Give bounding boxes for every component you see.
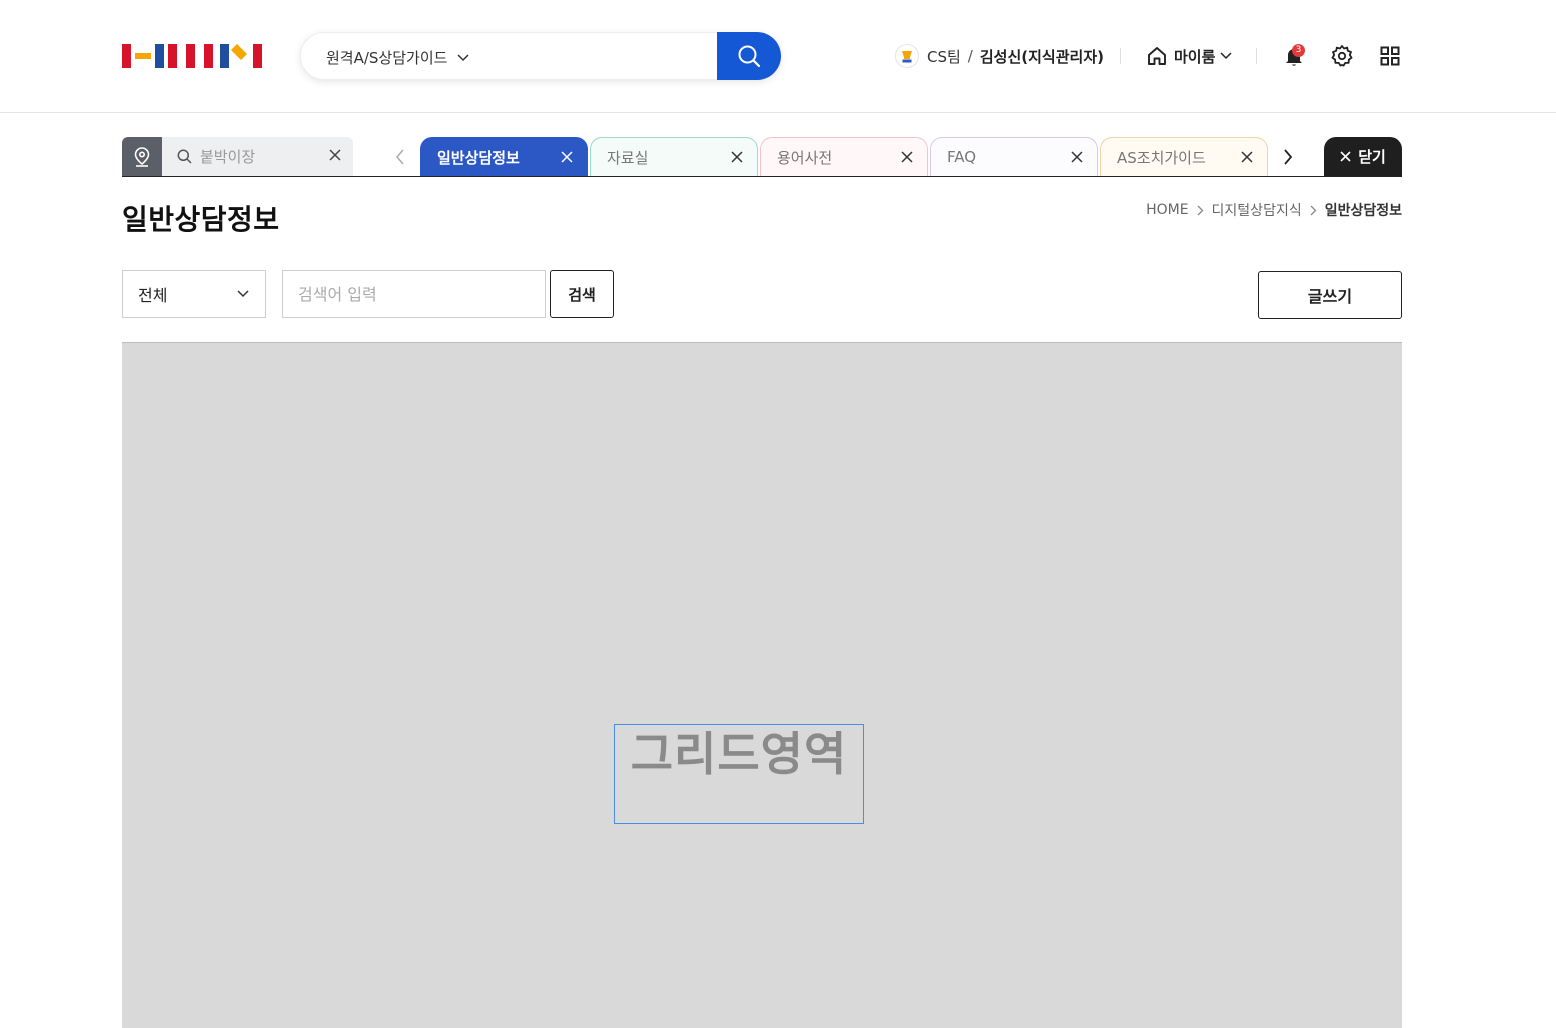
close-icon[interactable] [1071,151,1083,163]
page-title: 일반상담정보 [122,203,280,236]
tab-general-consult[interactable]: 일반상담정보 [420,137,588,176]
search-scope-label: 원격A/S상담가이드 [326,49,448,67]
tab-label: FAQ [947,148,977,166]
category-select[interactable]: 전체 [122,270,266,318]
tab-glossary[interactable]: 용어사전 [760,137,928,176]
grid-area: 그리드영역 [122,342,1402,1028]
pinned-search-box[interactable]: 붙박이장 [162,137,353,176]
tab-as-guide[interactable]: AS조치가이드 [1100,137,1268,176]
grid-menu-icon [1380,46,1400,66]
open-tabs-bar: 붙박이장 일반상담정보 자료실 용어사전 FAQ AS조치가이드 닫기 [122,137,1402,177]
chevron-right-icon [1284,149,1293,165]
close-icon[interactable] [329,149,341,161]
user-separator: / [967,47,973,65]
user-badge-icon [895,44,919,68]
tab-scroll-right[interactable] [1278,147,1298,167]
location-pin-icon [134,146,150,167]
pinned-label: 붙박이장 [200,148,256,166]
global-search-bar: 원격A/S상담가이드 [300,32,781,80]
close-icon[interactable] [561,151,573,163]
tab-label: 용어사전 [777,148,833,167]
brand-logo[interactable] [122,44,262,68]
grid-placeholder-label: 그리드영역 [614,724,864,824]
chevron-down-icon [237,290,249,298]
search-scope-dropdown[interactable]: 원격A/S상담가이드 [326,47,469,68]
write-button[interactable]: 글쓰기 [1258,271,1402,319]
close-all-tabs-button[interactable]: 닫기 [1324,137,1402,176]
tab-scroll-left[interactable] [390,147,410,167]
user-info: CS팀 / 김성신(지식관리자) [895,44,1104,68]
tab-faq[interactable]: FAQ [930,137,1098,176]
search-icon [177,149,192,164]
pin-button[interactable] [122,137,162,176]
tab-archive[interactable]: 자료실 [590,137,758,176]
myroom-label: 마이룸 [1174,47,1216,66]
tab-label: 자료실 [607,148,649,167]
header-divider [1120,48,1121,64]
tab-label: AS조치가이드 [1117,148,1206,167]
notification-count-badge: 3 [1292,44,1305,57]
all-menu-button[interactable] [1377,43,1403,69]
chevron-right-icon [1197,205,1203,215]
user-name: 김성신(지식관리자) [979,47,1104,66]
close-all-label: 닫기 [1358,148,1386,166]
tab-label: 일반상담정보 [437,148,520,167]
chevron-down-icon [1220,52,1232,60]
breadcrumb-current: 일반상담정보 [1324,203,1402,219]
breadcrumb-home[interactable]: HOME [1146,202,1188,218]
search-button[interactable]: 검색 [550,270,614,318]
breadcrumb-digital-knowledge[interactable]: 디지털상담지식 [1212,200,1302,220]
top-header: 원격A/S상담가이드 CS팀 / 김성신(지식관리자) 마이룸 3 [0,0,1556,113]
myroom-menu[interactable]: 마이룸 [1146,44,1238,68]
close-icon[interactable] [901,151,913,163]
category-select-value: 전체 [138,286,168,305]
chevron-left-icon [396,149,404,165]
chevron-right-icon [1310,205,1317,215]
close-icon[interactable] [731,151,743,163]
close-icon [1340,151,1351,162]
search-icon [738,45,761,68]
user-team: CS팀 [927,47,961,66]
keyword-input[interactable] [282,270,546,318]
home-icon [1148,47,1166,65]
breadcrumb: HOME 디지털상담지식 일반상담정보 [1146,200,1402,220]
settings-button[interactable] [1329,43,1355,69]
close-icon[interactable] [1241,151,1253,163]
header-divider [1256,48,1257,64]
gear-icon [1331,45,1353,67]
chevron-down-icon [457,53,469,61]
global-search-button[interactable] [717,32,781,80]
